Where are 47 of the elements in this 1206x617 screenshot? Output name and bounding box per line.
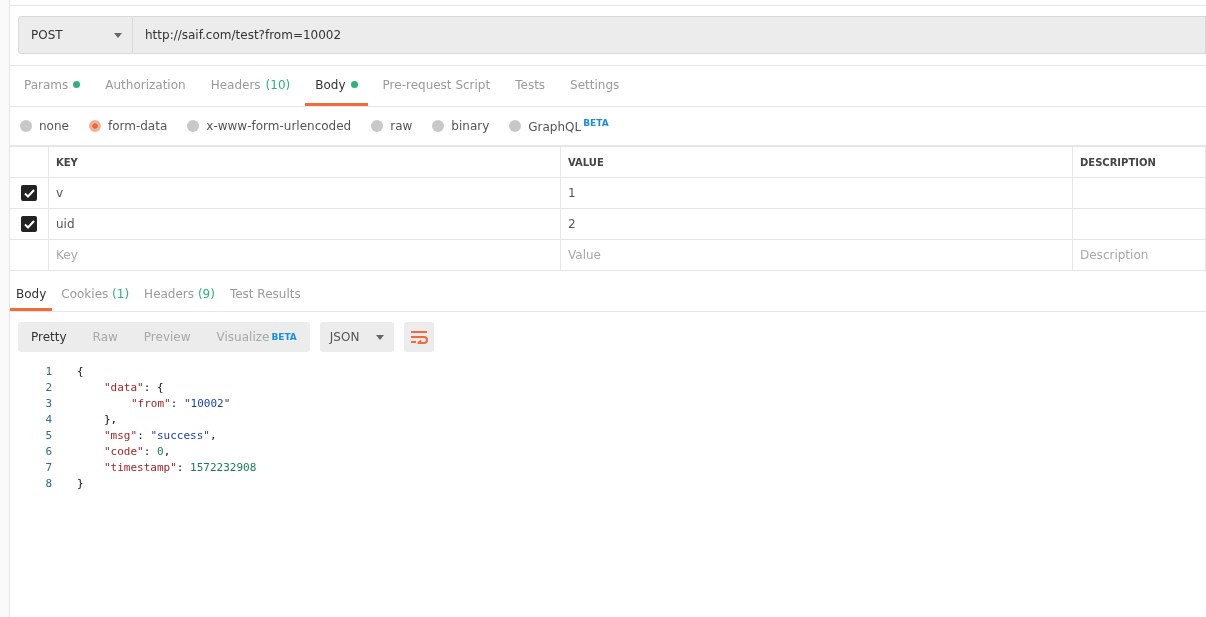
key-cell[interactable]: v: [56, 186, 64, 200]
radio-button[interactable]: [371, 120, 384, 132]
radio-label[interactable]: raw: [390, 119, 413, 133]
code-line: "from": "10002": [131, 396, 231, 410]
line-number: 2: [44, 380, 52, 394]
column-header: VALUE: [568, 156, 604, 168]
column-header: DESCRIPTION: [1080, 156, 1156, 168]
radio-label[interactable]: none: [39, 119, 69, 133]
radio-button[interactable]: [88, 120, 101, 132]
caret-icon: [375, 334, 384, 340]
radio-label[interactable]: binary: [451, 119, 490, 133]
value-cell[interactable]: 1: [568, 186, 576, 200]
radio-button[interactable]: [432, 120, 445, 132]
code-line: "timestamp": 1572232908: [104, 460, 257, 474]
format-dropdown[interactable]: JSON: [319, 322, 394, 352]
checkbox[interactable]: [21, 185, 37, 201]
radio-button[interactable]: [20, 120, 32, 132]
wrap-icon: [409, 330, 428, 344]
code-line: },: [104, 412, 118, 426]
checkbox[interactable]: [21, 216, 37, 232]
line-number: 4: [44, 412, 52, 426]
view-mode-button[interactable]: Pretty: [18, 322, 80, 352]
line-number: 3: [44, 396, 52, 410]
method-dropdown[interactable]: POST: [18, 16, 133, 54]
key-cell[interactable]: uid: [56, 217, 75, 231]
line-number: 6: [44, 444, 52, 458]
line-number: 8: [44, 476, 52, 490]
radio-label[interactable]: x-www-form-urlencoded: [206, 119, 352, 133]
line-number: 7: [44, 460, 52, 474]
code-line: {: [77, 364, 84, 378]
line-number: 1: [44, 364, 52, 378]
line-number: 5: [44, 428, 52, 442]
radio-button[interactable]: [187, 120, 200, 132]
caret-icon: [114, 32, 122, 38]
code-line: }: [77, 476, 84, 490]
code-line: "data": {: [104, 380, 164, 394]
radio-label[interactable]: form-data: [107, 119, 168, 133]
radio-label[interactable]: GraphQL $^{BETA}$: [528, 118, 609, 134]
request-tab[interactable]: Body: [305, 66, 368, 106]
code-line: "msg": "success",: [104, 428, 217, 442]
response-tab[interactable]: Body: [10, 279, 53, 311]
code-line: "code": 0,: [104, 444, 171, 458]
url-field[interactable]: http://saif.com/test?from=10002: [133, 16, 1206, 54]
radio-button[interactable]: [509, 120, 522, 132]
wrap-lines-button[interactable]: [403, 322, 434, 352]
value-cell[interactable]: 2: [568, 217, 576, 231]
column-header: KEY: [56, 156, 78, 168]
